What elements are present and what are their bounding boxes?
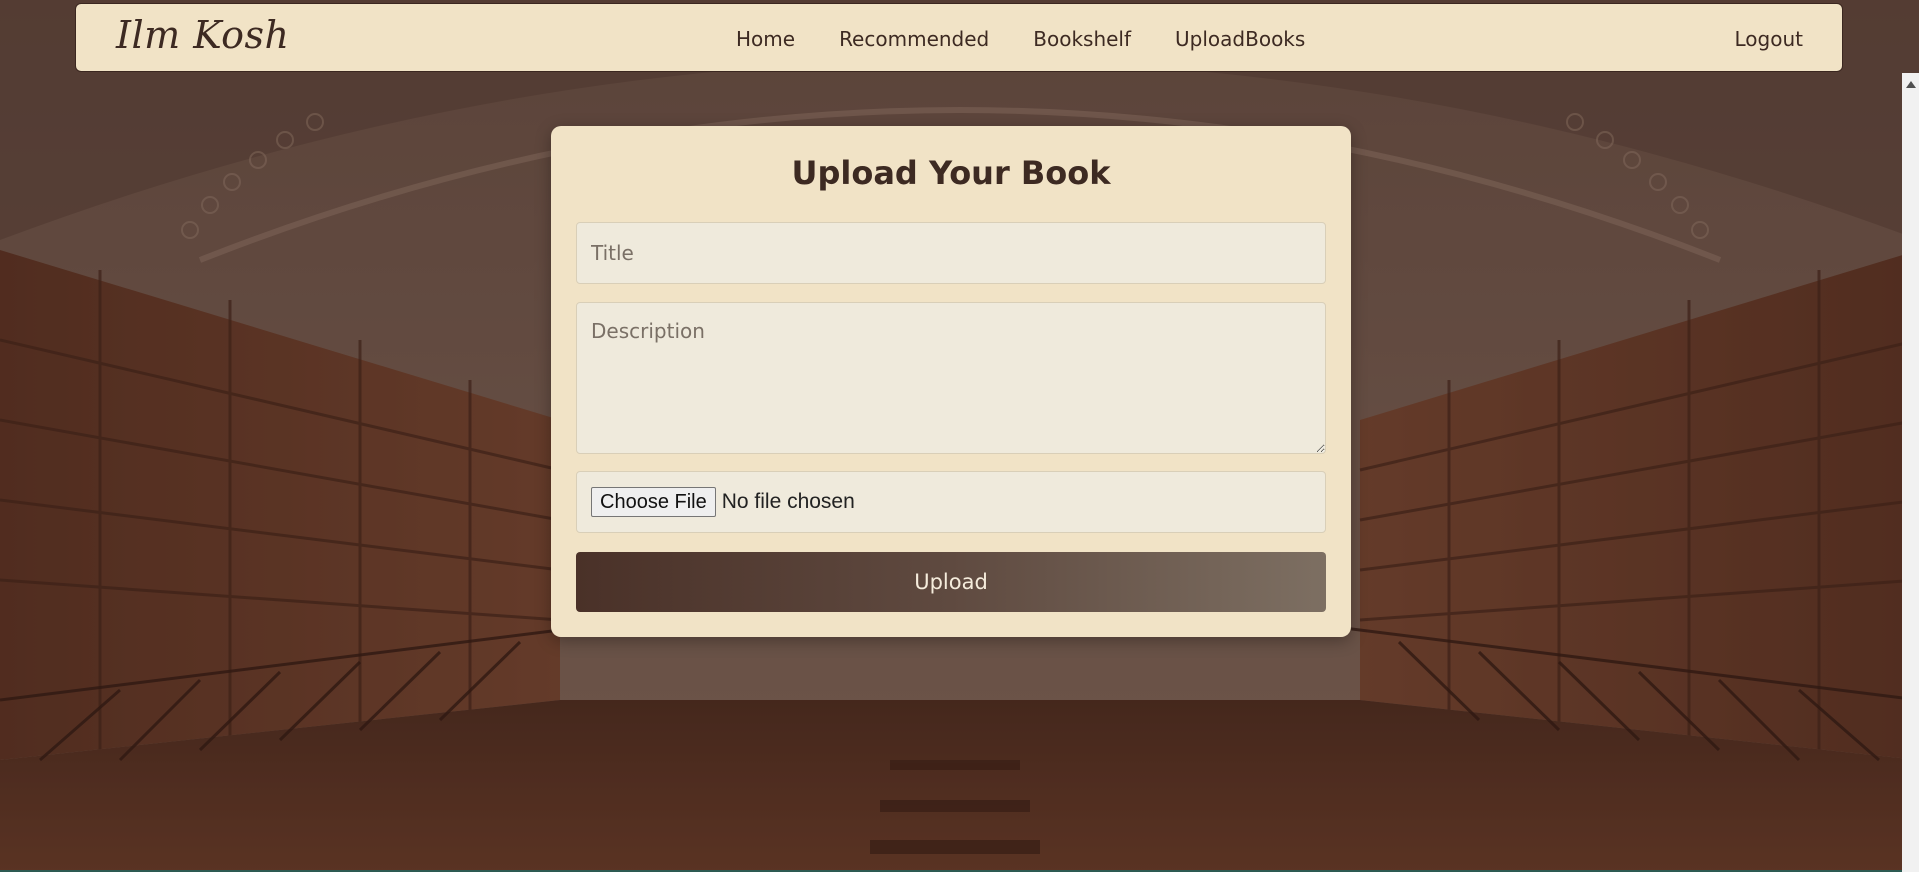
title-input[interactable]	[576, 222, 1326, 284]
upload-button[interactable]: Upload	[576, 552, 1326, 612]
nav-link-home[interactable]: Home	[714, 27, 817, 51]
brand-logo[interactable]: Ilm Kosh	[116, 16, 290, 54]
scroll-up-arrow-icon[interactable]	[1906, 81, 1916, 88]
nav-link-upload-books[interactable]: UploadBooks	[1153, 27, 1327, 51]
nav-links: Home Recommended Bookshelf UploadBooks	[714, 4, 1327, 73]
page: Ilm Kosh Home Recommended Bookshelf Uplo…	[0, 0, 1919, 872]
upload-book-card: Upload Your Book Choose File No file cho…	[551, 126, 1351, 637]
file-input[interactable]: Choose File No file chosen	[576, 471, 1326, 533]
nav-link-recommended[interactable]: Recommended	[817, 27, 1011, 51]
vertical-scrollbar[interactable]	[1902, 73, 1919, 872]
upload-form-heading: Upload Your Book	[791, 154, 1111, 192]
file-status-text: No file chosen	[721, 490, 855, 513]
choose-file-button[interactable]: Choose File	[591, 487, 716, 517]
description-textarea[interactable]	[576, 302, 1326, 454]
nav-link-bookshelf[interactable]: Bookshelf	[1011, 27, 1153, 51]
logout-link[interactable]: Logout	[1735, 4, 1803, 73]
top-navbar: Ilm Kosh Home Recommended Bookshelf Uplo…	[75, 3, 1843, 72]
